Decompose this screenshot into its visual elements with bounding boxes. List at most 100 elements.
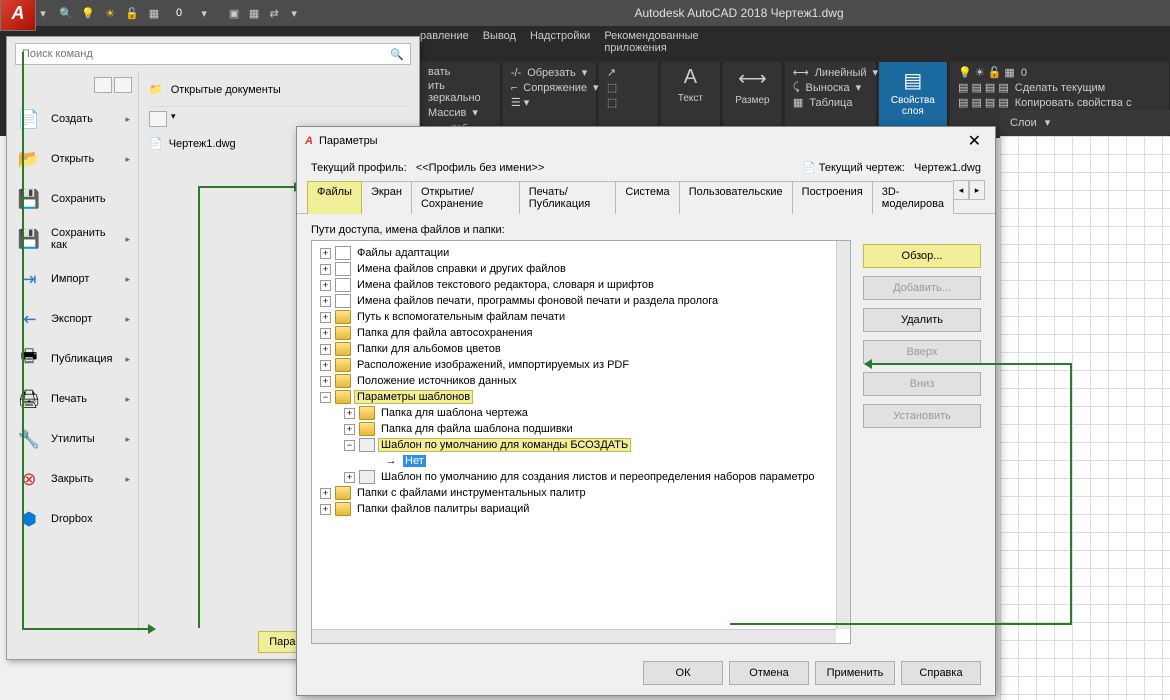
share-icon[interactable]: ⇄ [266, 5, 282, 21]
tree-node[interactable]: +Файлы адаптации [314, 245, 848, 261]
tree-node[interactable]: +Шаблон по умолчанию для создания листов… [314, 469, 848, 485]
tree-node[interactable]: +Папки для альбомов цветов [314, 341, 848, 357]
appmenu-item-open[interactable]: 📂Открыть▸ [7, 139, 138, 179]
tree-node[interactable]: +Папка для файла шаблона подшивки [314, 421, 848, 437]
close-icon[interactable]: ✕ [962, 131, 987, 151]
qat-dropdown-icon[interactable]: ▾ [286, 5, 302, 21]
trim-btn[interactable]: Обрезать [527, 67, 576, 79]
tree-node[interactable]: +Имена файлов справки и других файлов [314, 261, 848, 277]
appmenu-item-dropbox[interactable]: ⬢Dropbox [7, 499, 138, 539]
ribbon-tab[interactable]: Надстройки [530, 30, 590, 54]
layers-sub-label[interactable]: Слои [1010, 117, 1037, 129]
appmenu-item-utilities[interactable]: 🔧Утилиты▸ [7, 419, 138, 459]
ok-button[interactable]: ОК [643, 661, 723, 685]
array-btn[interactable]: Массив [428, 107, 466, 119]
recent-large-icon[interactable] [114, 77, 132, 93]
tree-node[interactable]: +Расположение изображений, импортируемых… [314, 357, 848, 373]
ribbon-tab[interactable]: равление [420, 30, 469, 54]
tree-node-default-template[interactable]: −Шаблон по умолчанию для команды БСОЗДАТ… [314, 437, 848, 453]
annotation-arrow-icon [864, 359, 872, 369]
tab-scroll-left-icon[interactable]: ◂ [953, 180, 969, 200]
annotation-line [730, 623, 1072, 625]
set-button: Установить [863, 404, 981, 428]
tab-opensave[interactable]: Открытие/Сохранение [411, 181, 520, 214]
scrollbar-vertical[interactable] [836, 241, 850, 629]
tab-print[interactable]: Печать/Публикация [519, 181, 617, 214]
appmenu-item-export[interactable]: ⇤Экспорт▸ [7, 299, 138, 339]
view-toggle-icon[interactable] [149, 111, 167, 127]
tree-node-none[interactable]: →Нет [314, 453, 848, 469]
copy-props-btn[interactable]: Копировать свойства с [1015, 97, 1132, 109]
appmenu-item-publish[interactable]: 🖶Публикация▸ [7, 339, 138, 379]
tab-system[interactable]: Система [615, 181, 679, 214]
tree-node[interactable]: +Положение источников данных [314, 373, 848, 389]
table-btn[interactable]: Таблица [809, 97, 852, 109]
tab-files[interactable]: Файлы [307, 181, 362, 214]
qat-btn2-icon[interactable]: ▦ [246, 5, 262, 21]
help-button[interactable]: Справка [901, 661, 981, 685]
search-icon[interactable]: 🔍 [58, 5, 74, 21]
ribbon-tab[interactable]: Рекомендованные приложения [604, 30, 750, 54]
print-icon[interactable]: ▦ [146, 5, 162, 21]
dim-label[interactable]: Размер [731, 93, 774, 106]
dialog-logo-icon: A [305, 135, 313, 147]
mi-label: Утилиты [51, 433, 117, 445]
delete-button[interactable]: Удалить [863, 308, 981, 332]
qat-btn1-icon[interactable]: ▣ [226, 5, 242, 21]
app-logo[interactable]: A [0, 0, 36, 31]
tree-node[interactable]: +Папка для файла автосохранения [314, 325, 848, 341]
tab-scroll-right-icon[interactable]: ▸ [969, 180, 985, 200]
appmenu-item-saveas[interactable]: 💾Сохранить как▸ [7, 219, 138, 259]
tab-drafting[interactable]: Построения [792, 181, 873, 214]
appmenu-item-new[interactable]: 📄Создать▸ [7, 99, 138, 139]
window-title: Autodesk AutoCAD 2018 Чертеж1.dwg [308, 6, 1170, 20]
make-current-btn[interactable]: Сделать текущим [1015, 82, 1105, 94]
appmenu-dropdown-icon[interactable]: ▾ [36, 0, 50, 26]
tab-display[interactable]: Экран [361, 181, 412, 214]
copy-btn[interactable]: вать [428, 66, 450, 78]
tree-node-templates[interactable]: −Параметры шаблонов [314, 389, 848, 405]
tree-node[interactable]: +Папки файлов палитры вариаций [314, 501, 848, 517]
tab-user[interactable]: Пользовательские [679, 181, 793, 214]
open-docs-header: Открытые документы [171, 84, 281, 96]
layers-sub-bar: Слои ▾ [1000, 110, 1170, 135]
appmenu-item-save[interactable]: 💾Сохранить [7, 179, 138, 219]
chevron-down-icon[interactable]: ▾ [196, 5, 212, 21]
tree-node[interactable]: +Папки с файлами инструментальных палитр [314, 485, 848, 501]
fillet-btn[interactable]: Сопряжение [523, 82, 587, 94]
appmenu-item-close[interactable]: ⊗Закрыть▸ [7, 459, 138, 499]
command-search-input[interactable] [22, 48, 390, 60]
tree-node[interactable]: +Имена файлов текстового редактора, слов… [314, 277, 848, 293]
recent-small-icon[interactable] [94, 77, 112, 93]
appmenu-item-print[interactable]: 🖨Печать▸ [7, 379, 138, 419]
leader-btn[interactable]: Выноска [806, 82, 850, 94]
ribbon-tab[interactable]: Вывод [483, 30, 516, 54]
drawing-label: Текущий чертеж: [819, 162, 905, 174]
tree-node[interactable]: +Путь к вспомогательным файлам печати [314, 309, 848, 325]
qat-zero[interactable]: 0 [168, 7, 190, 19]
cancel-button[interactable]: Отмена [729, 661, 809, 685]
linear-btn[interactable]: Линейный [815, 67, 867, 79]
dwg-icon: 📄 [149, 137, 163, 150]
paths-tree[interactable]: +Файлы адаптации +Имена файлов справки и… [311, 240, 851, 644]
title-bar: A ▾ 🔍 💡 ☀ 🔓 ▦ 0 ▾ ▣ ▦ ⇄ ▾ Autodesk AutoC… [0, 0, 1170, 26]
bulb-icon[interactable]: 💡 [80, 5, 96, 21]
dialog-title: Параметры [319, 135, 378, 147]
scrollbar-horizontal[interactable] [312, 629, 836, 643]
browse-button[interactable]: Обзор... [863, 244, 981, 268]
tree-node[interactable]: +Папка для шаблона чертежа [314, 405, 848, 421]
add-button: Добавить... [863, 276, 981, 300]
sun-icon[interactable]: ☀ [102, 5, 118, 21]
layerprops-label: Свойства слоя [883, 95, 943, 117]
appmenu-item-import[interactable]: ⇥Импорт▸ [7, 259, 138, 299]
command-search[interactable]: 🔍 [15, 43, 411, 65]
tree-node[interactable]: +Имена файлов печати, программы фоновой … [314, 293, 848, 309]
tab-3d[interactable]: 3D-моделирова [872, 181, 954, 214]
apply-button[interactable]: Применить [815, 661, 895, 685]
drawing-grid[interactable] [1000, 136, 1170, 700]
mirror-btn[interactable]: ить зеркально [428, 80, 492, 104]
layer-zero[interactable]: 0 [1021, 67, 1027, 79]
text-label[interactable]: Текст [669, 91, 712, 104]
search-icon[interactable]: 🔍 [390, 48, 404, 61]
lock-icon[interactable]: 🔓 [124, 5, 140, 21]
